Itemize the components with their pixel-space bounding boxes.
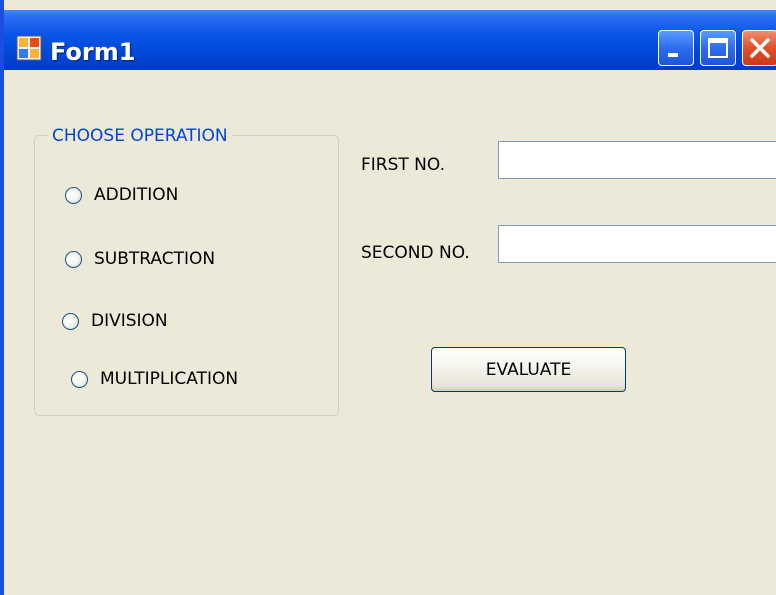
radio-subtraction[interactable]: SUBTRACTION [65, 247, 215, 271]
second-number-input[interactable] [498, 225, 776, 263]
form-window-icon[interactable] [16, 35, 42, 61]
window-title: Form1 [50, 38, 136, 66]
operation-group-title: CHOOSE OPERATION [48, 126, 232, 146]
first-number-input[interactable] [498, 141, 776, 179]
radio-button-icon[interactable] [65, 186, 82, 204]
maximize-icon [708, 38, 728, 58]
minimize-icon [668, 53, 678, 57]
radio-label: SUBTRACTION [94, 249, 216, 269]
title-bar[interactable]: Form1 [4, 10, 776, 70]
close-button[interactable] [742, 30, 776, 66]
radio-addition[interactable]: ADDITION [65, 183, 178, 207]
radio-division[interactable]: DIVISION [62, 309, 168, 333]
second-number-label: SECOND NO. [361, 243, 470, 263]
radio-button-icon[interactable] [71, 370, 88, 388]
first-number-label: FIRST NO. [361, 155, 445, 175]
radio-label: DIVISION [91, 311, 168, 331]
evaluate-button[interactable]: EVALUATE [431, 347, 626, 392]
radio-button-icon[interactable] [62, 312, 79, 330]
maximize-button[interactable] [700, 30, 736, 66]
form-window: Form1 CHOOSE OPERATION ADDITION SUBTRACT… [0, 0, 776, 595]
radio-multiplication[interactable]: MULTIPLICATION [71, 367, 238, 391]
radio-label: MULTIPLICATION [100, 369, 239, 389]
radio-label: ADDITION [94, 185, 179, 205]
radio-button-icon[interactable] [65, 250, 82, 268]
close-icon [750, 38, 770, 58]
minimize-button[interactable] [658, 30, 694, 66]
